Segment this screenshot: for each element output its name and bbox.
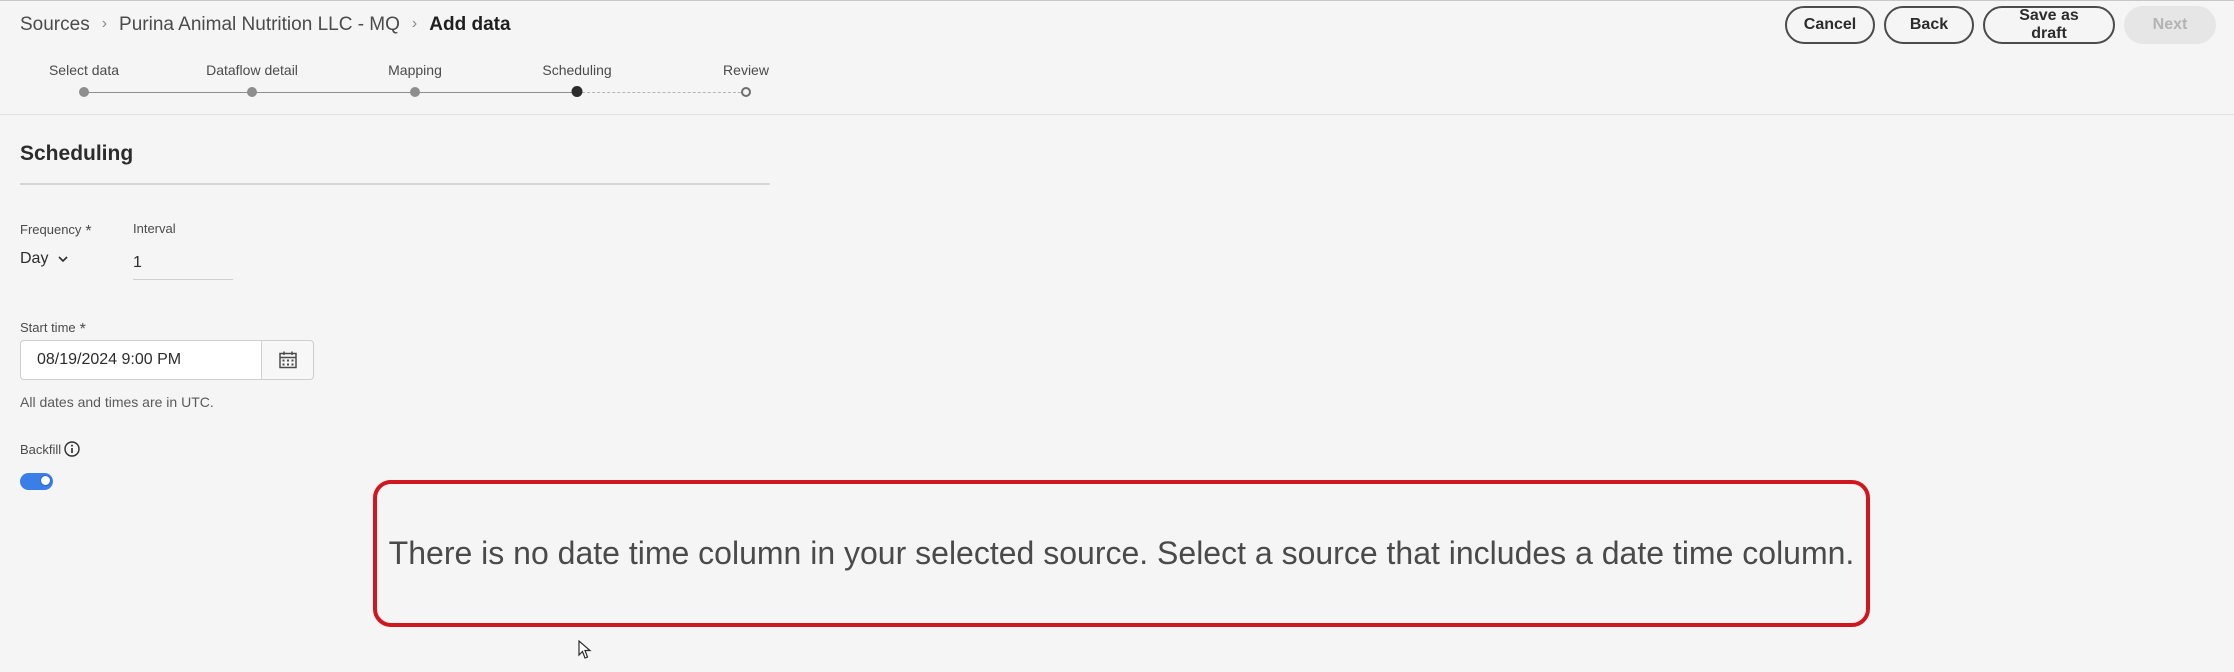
step-dot-complete: [247, 87, 257, 97]
chevron-down-icon: [58, 256, 69, 263]
section-title: Scheduling: [20, 142, 134, 165]
step-dot-upcoming: [741, 87, 751, 97]
info-icon[interactable]: [63, 440, 81, 458]
start-time-label: Start time *: [20, 319, 86, 338]
date-picker-button[interactable]: [261, 340, 314, 380]
required-marker: *: [85, 223, 92, 240]
header-divider: [0, 114, 2234, 115]
step-connector: [252, 92, 415, 93]
next-button: Next: [2124, 6, 2216, 44]
step-label-review: Review: [723, 62, 769, 78]
chevron-right-icon: ›: [101, 15, 108, 32]
back-button[interactable]: Back: [1884, 6, 1974, 44]
save-as-draft-button[interactable]: Save as draft: [1983, 6, 2115, 44]
step-label-mapping: Mapping: [388, 62, 442, 78]
backfill-label: Backfill: [20, 440, 81, 458]
step-label-select-data: Select data: [48, 62, 120, 78]
error-callout: There is no date time column in your sel…: [373, 480, 1870, 627]
step-indicator: Select data Dataflow detail Mapping Sche…: [0, 60, 800, 105]
frequency-value: Day: [20, 250, 49, 267]
step-dot-complete: [410, 87, 420, 97]
cursor-icon: [578, 640, 592, 659]
step-dot-complete: [79, 87, 89, 97]
calendar-icon: [278, 351, 297, 369]
top-border: [0, 0, 2234, 1]
section-divider: [20, 183, 770, 185]
breadcrumb-sources[interactable]: Sources: [20, 14, 90, 36]
step-label-scheduling: Scheduling: [542, 62, 612, 78]
frequency-dropdown[interactable]: Day: [20, 250, 69, 268]
required-marker: *: [79, 321, 86, 338]
step-connector-pending: [577, 92, 746, 93]
chevron-right-icon: ›: [411, 15, 418, 32]
step-dot-current: [571, 86, 583, 97]
breadcrumb-source-account[interactable]: Purina Animal Nutrition LLC - MQ: [119, 14, 400, 36]
frequency-label: Frequency *: [20, 221, 92, 240]
interval-input[interactable]: [133, 247, 233, 280]
start-time-input[interactable]: [20, 340, 262, 380]
backfill-toggle[interactable]: [20, 473, 53, 490]
frequency-label-text: Frequency: [20, 222, 82, 237]
toggle-knob: [40, 475, 51, 486]
step-connector: [415, 92, 577, 93]
timezone-help-text: All dates and times are in UTC.: [20, 394, 214, 410]
action-bar: Cancel Back Save as draft Next: [1785, 6, 2216, 44]
backfill-label-text: Backfill: [20, 441, 62, 457]
breadcrumb: Sources › Purina Animal Nutrition LLC - …: [20, 14, 511, 36]
callout-message: There is no date time column in your sel…: [388, 535, 1855, 571]
start-time-label-text: Start time: [20, 320, 76, 335]
step-connector: [84, 92, 252, 93]
interval-label: Interval: [133, 221, 176, 236]
step-label-dataflow-detail: Dataflow detail: [206, 62, 298, 78]
breadcrumb-current-page: Add data: [429, 14, 511, 35]
cancel-button[interactable]: Cancel: [1785, 6, 1875, 44]
